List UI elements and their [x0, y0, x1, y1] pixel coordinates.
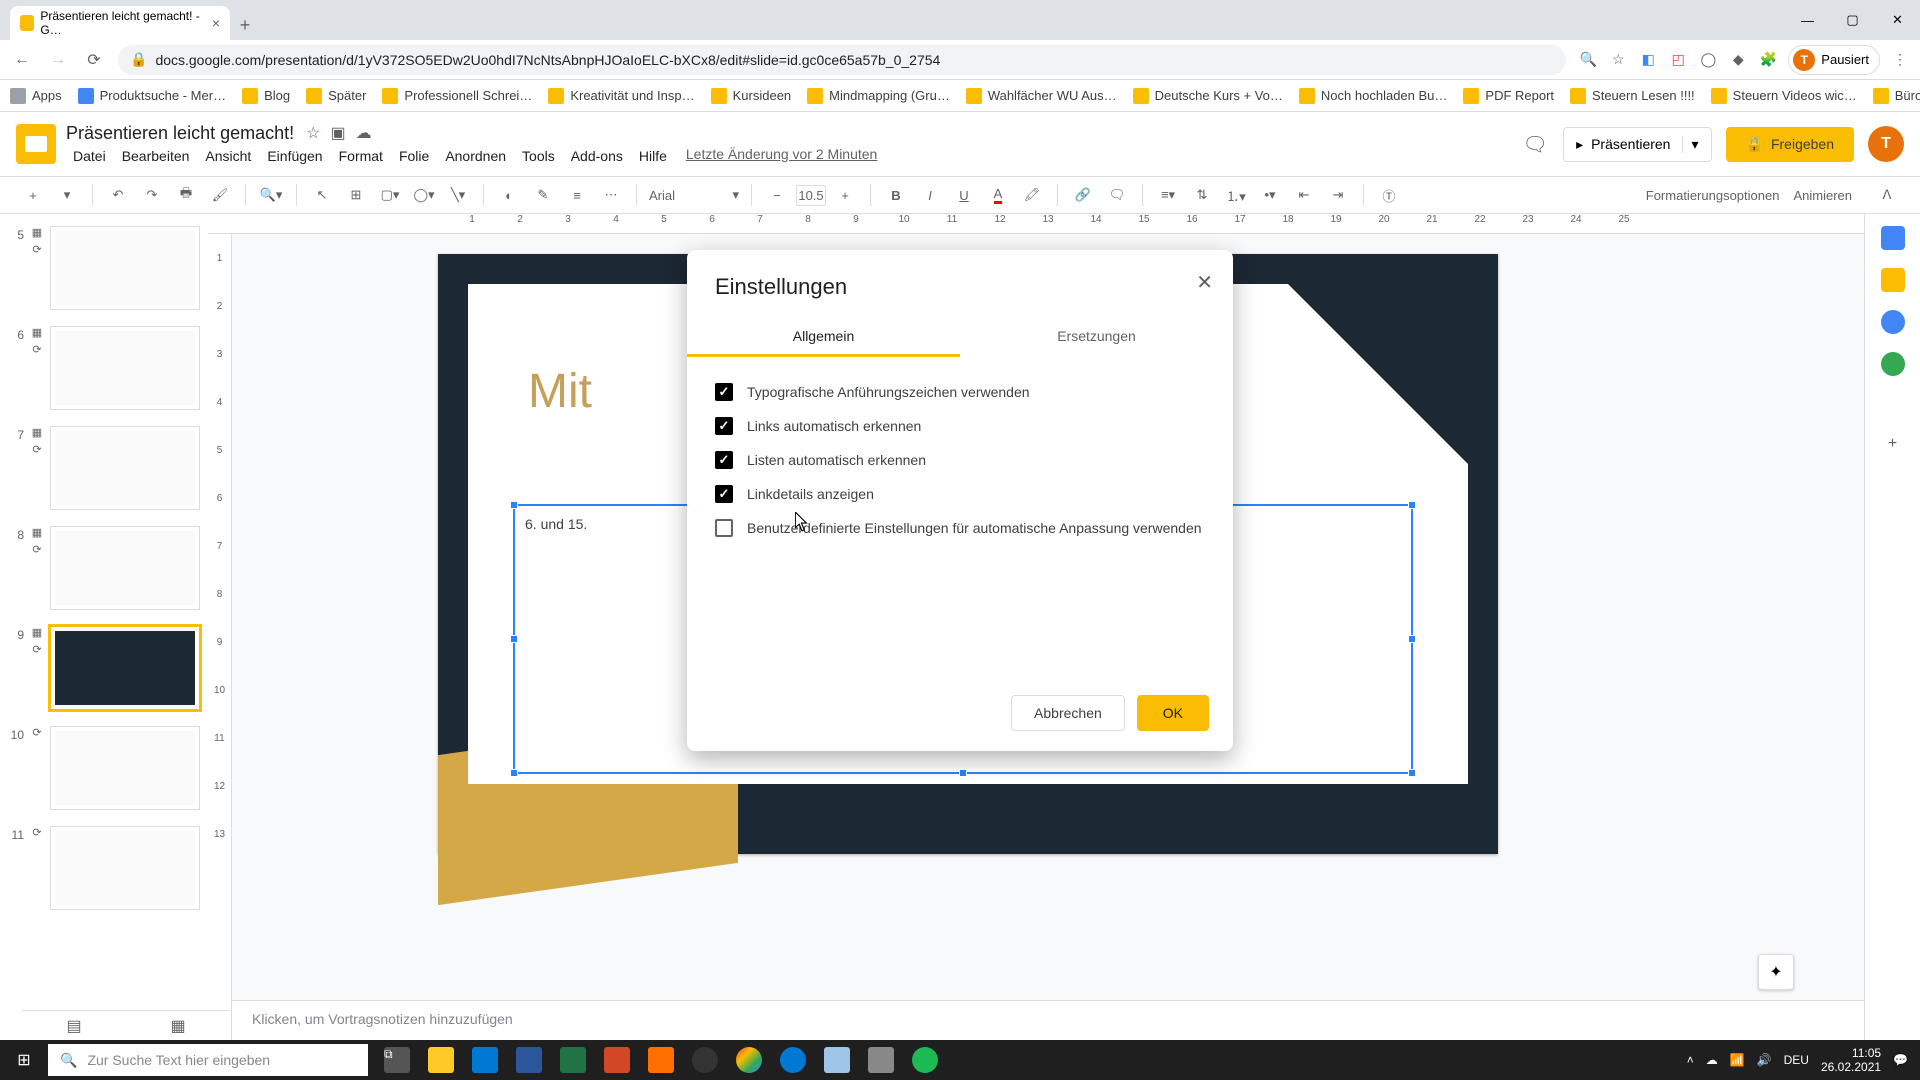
- checkbox[interactable]: [715, 485, 733, 503]
- edge2-icon[interactable]: [772, 1040, 814, 1080]
- obs-icon[interactable]: [684, 1040, 726, 1080]
- start-button[interactable]: ⊞: [0, 1040, 48, 1080]
- dialog-title: Einstellungen: [687, 274, 1233, 300]
- notepad-icon[interactable]: [816, 1040, 858, 1080]
- settings-option-row: Benutzerdefinierte Einstellungen für aut…: [715, 511, 1205, 545]
- app2-icon[interactable]: [860, 1040, 902, 1080]
- dialog-close-button[interactable]: ✕: [1196, 270, 1213, 295]
- chrome-icon[interactable]: [728, 1040, 770, 1080]
- checkbox-label: Benutzerdefinierte Einstellungen für aut…: [747, 520, 1202, 536]
- windows-taskbar: ⊞ 🔍 Zur Suche Text hier eingeben ⧉ ˄ ☁ 📶…: [0, 1040, 1920, 1080]
- tray-chevron-icon[interactable]: ˄: [1687, 1053, 1694, 1067]
- settings-dialog: Einstellungen ✕ Allgemein Ersetzungen Ty…: [687, 250, 1233, 751]
- language-indicator[interactable]: DEU: [1784, 1053, 1809, 1067]
- word-icon[interactable]: [508, 1040, 550, 1080]
- checkbox-label: Links automatisch erkennen: [747, 418, 921, 434]
- checkbox-label: Linkdetails anzeigen: [747, 486, 874, 502]
- settings-option-row: Linkdetails anzeigen: [715, 477, 1205, 511]
- modal-overlay: Einstellungen ✕ Allgemein Ersetzungen Ty…: [0, 0, 1920, 1080]
- onedrive-icon[interactable]: ☁: [1706, 1053, 1718, 1067]
- checkbox-label: Listen automatisch erkennen: [747, 452, 926, 468]
- taskbar-search[interactable]: 🔍 Zur Suche Text hier eingeben: [48, 1044, 368, 1076]
- excel-icon[interactable]: [552, 1040, 594, 1080]
- settings-option-row: Listen automatisch erkennen: [715, 443, 1205, 477]
- settings-option-row: Typografische Anführungszeichen verwende…: [715, 375, 1205, 409]
- checkbox[interactable]: [715, 519, 733, 537]
- search-icon: 🔍: [60, 1052, 77, 1069]
- checkbox-label: Typografische Anführungszeichen verwende…: [747, 384, 1030, 400]
- spotify-icon[interactable]: [904, 1040, 946, 1080]
- checkbox[interactable]: [715, 417, 733, 435]
- checkbox[interactable]: [715, 383, 733, 401]
- edge-icon[interactable]: [464, 1040, 506, 1080]
- explorer-icon[interactable]: [420, 1040, 462, 1080]
- powerpoint-icon[interactable]: [596, 1040, 638, 1080]
- checkbox[interactable]: [715, 451, 733, 469]
- ok-button[interactable]: OK: [1137, 695, 1209, 731]
- tab-substitutions[interactable]: Ersetzungen: [960, 318, 1233, 357]
- app-icon[interactable]: [640, 1040, 682, 1080]
- volume-icon[interactable]: 🔊: [1757, 1053, 1772, 1067]
- clock[interactable]: 11:05 26.02.2021: [1821, 1046, 1881, 1075]
- cancel-button[interactable]: Abbrechen: [1011, 695, 1125, 731]
- tab-general[interactable]: Allgemein: [687, 318, 960, 357]
- notifications-icon[interactable]: 💬: [1893, 1053, 1908, 1067]
- settings-option-row: Links automatisch erkennen: [715, 409, 1205, 443]
- wifi-icon[interactable]: 📶: [1730, 1053, 1745, 1067]
- task-view-icon[interactable]: ⧉: [376, 1040, 418, 1080]
